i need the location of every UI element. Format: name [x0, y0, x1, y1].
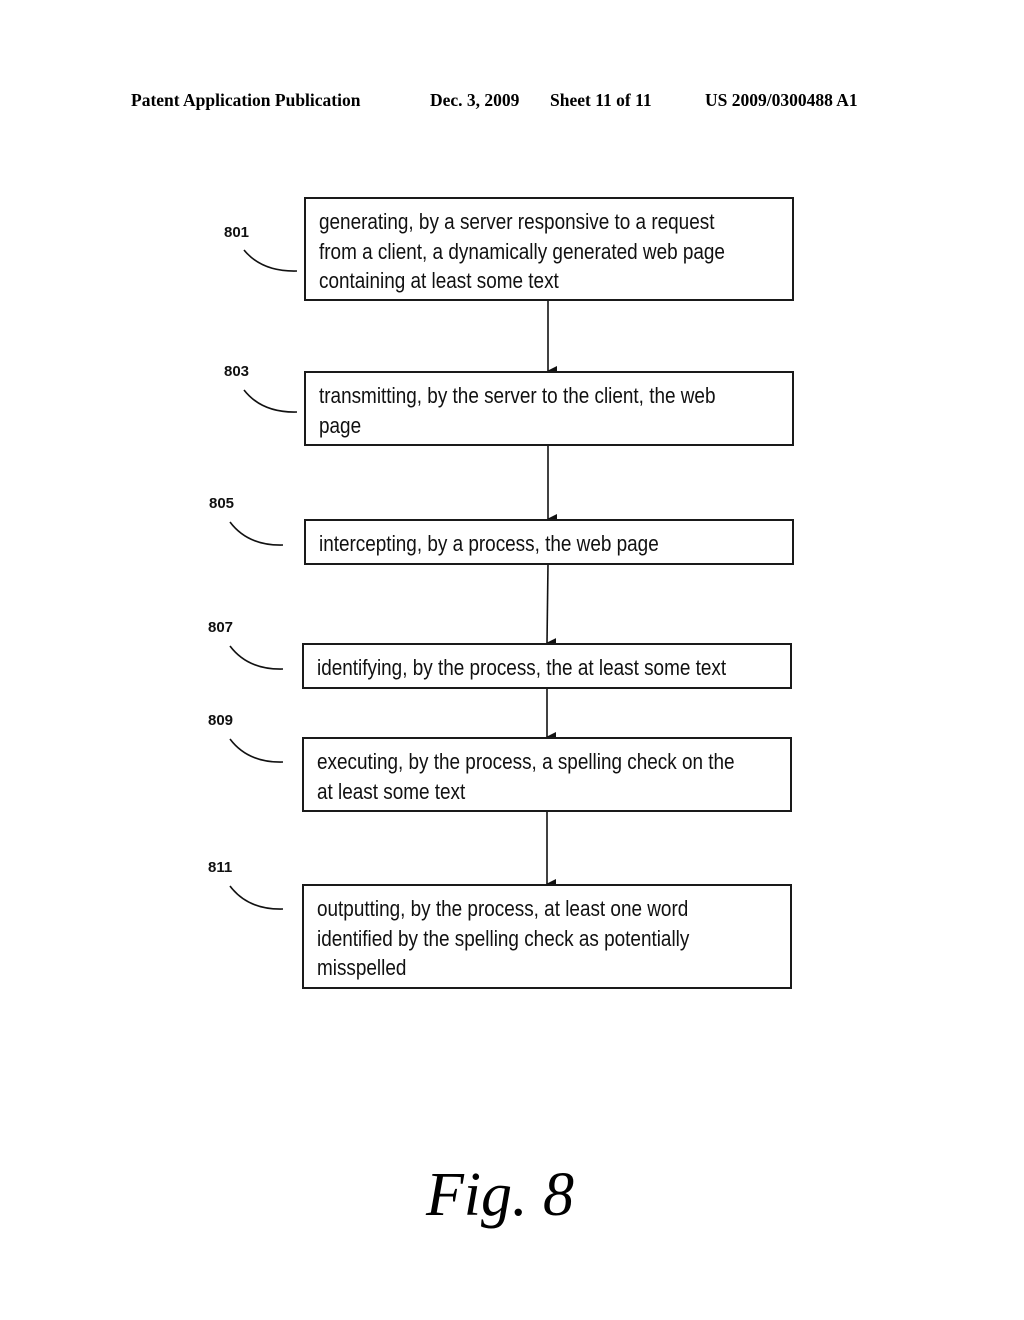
- ref-label-801: 801: [224, 224, 250, 241]
- step-text-807: identifying, by the process, the at leas…: [317, 655, 727, 680]
- leader-807: [229, 645, 284, 670]
- step-box-811: outputting, by the process, at least one…: [302, 884, 792, 989]
- ref-label-809: 809: [208, 712, 234, 729]
- ref-label-811: 811: [208, 859, 233, 876]
- step-text-801: generating, by a server responsive to a …: [319, 209, 725, 293]
- step-text-803: transmitting, by the server to the clien…: [319, 383, 716, 438]
- step-text-811: outputting, by the process, at least one…: [317, 896, 690, 980]
- arrow-805-807: [546, 563, 557, 649]
- ref-label-807: 807: [208, 619, 234, 636]
- step-box-809: executing, by the process, a spelling ch…: [302, 737, 792, 812]
- leader-809: [229, 738, 284, 763]
- step-box-801: generating, by a server responsive to a …: [304, 197, 794, 301]
- step-box-805: intercepting, by a process, the web page: [304, 519, 794, 565]
- step-box-803: transmitting, by the server to the clien…: [304, 371, 794, 446]
- leader-805: [229, 521, 284, 546]
- step-text-809: executing, by the process, a spelling ch…: [317, 749, 735, 804]
- figure-label: Fig. 8: [425, 1161, 575, 1229]
- ref-label-805: 805: [209, 495, 235, 512]
- step-box-807: identifying, by the process, the at leas…: [302, 643, 792, 689]
- leader-803: [243, 389, 298, 413]
- leader-801: [243, 249, 298, 272]
- ref-label-803: 803: [224, 363, 250, 380]
- step-text-805: intercepting, by a process, the web page: [319, 531, 659, 556]
- leader-811: [229, 885, 284, 910]
